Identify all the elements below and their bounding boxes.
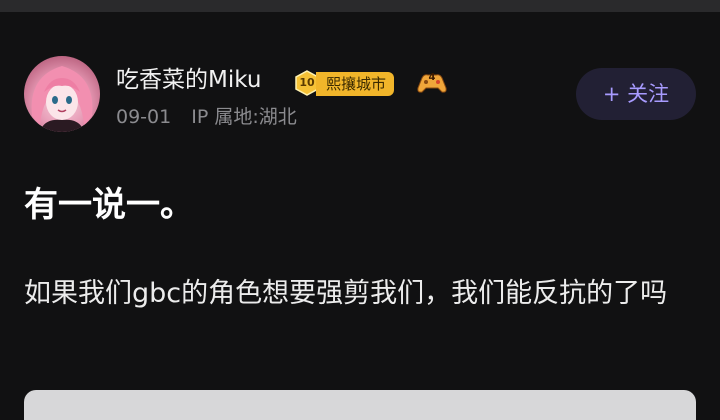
post-title: 有一说一。: [24, 185, 194, 225]
follow-button[interactable]: + 关注: [576, 68, 696, 120]
ip-location: IP 属地:湖北: [191, 106, 297, 128]
author-name[interactable]: 吃香菜的Miku: [116, 66, 261, 94]
post-body: 如果我们gbc的角色想要强剪我们，我们能反抗的了吗: [24, 278, 668, 309]
circle-tag[interactable]: 熙攘城市: [316, 72, 395, 96]
gamepad-badge-number: 4: [428, 72, 436, 83]
post-header: 吃香菜的Miku 10 熙攘城市 4 09-01 IP 属地:湖北 + 关注: [24, 56, 696, 136]
gamepad-badge-icon: 4: [416, 70, 448, 96]
avatar[interactable]: [24, 56, 100, 132]
attached-card[interactable]: [24, 390, 696, 420]
post-date: 09-01: [116, 106, 172, 128]
status-bar-strip: [0, 0, 720, 12]
avatar-image: [31, 66, 93, 132]
post-meta: 09-01 IP 属地:湖北: [116, 105, 311, 129]
